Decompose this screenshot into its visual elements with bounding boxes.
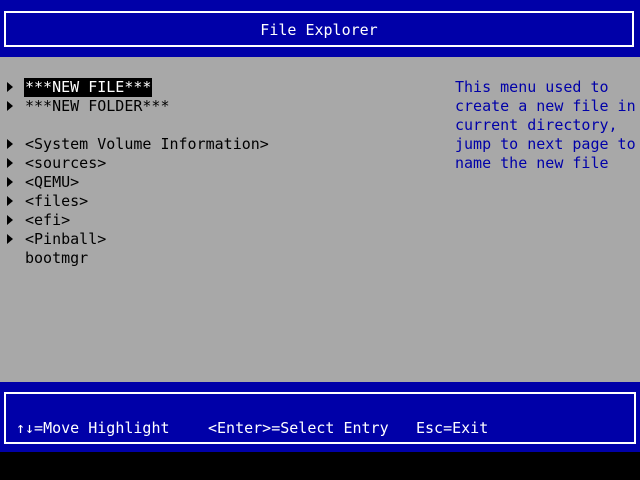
footer-band: ↑↓=Move Highlight <Enter>=Select Entry E… — [0, 382, 640, 452]
menu-entry-label: bootmgr — [25, 249, 89, 267]
arrow-right-icon — [7, 177, 13, 187]
menu-entry-system-volume-information[interactable]: <System Volume Information> — [0, 135, 269, 154]
arrow-right-icon — [7, 82, 13, 92]
page-title: File Explorer — [260, 21, 378, 39]
menu-entry-label: <efi> — [25, 211, 71, 229]
menu-body: ***NEW FILE*** ***NEW FOLDER*** <System … — [0, 57, 640, 382]
menu-entry-new-file[interactable]: ***NEW FILE*** — [0, 78, 153, 97]
menu-entry-label: ***NEW FOLDER*** — [25, 97, 170, 115]
menu-entry-new-folder[interactable]: ***NEW FOLDER*** — [0, 97, 170, 116]
menu-entry-label: <files> — [25, 192, 89, 210]
menu-entry-bootmgr[interactable]: bootmgr — [0, 249, 88, 268]
move-highlight-hint: ↑↓=Move Highlight — [16, 419, 170, 437]
file-explorer-screen: File Explorer ***NEW FILE*** ***NEW FOLD… — [0, 0, 640, 480]
arrow-right-icon — [7, 196, 13, 206]
arrow-right-icon — [7, 139, 13, 149]
menu-entry-efi[interactable]: <efi> — [0, 211, 70, 230]
exit-hint: Esc=Exit — [416, 419, 489, 437]
menu-entry-sources[interactable]: <sources> — [0, 154, 106, 173]
arrow-right-icon — [7, 158, 13, 168]
help-panel: This menu used to create a new file in c… — [455, 78, 636, 173]
arrow-right-icon — [7, 101, 13, 111]
help-line: jump to next page to — [455, 135, 636, 153]
menu-entry-label: ***NEW FILE*** — [24, 78, 153, 97]
menu-entry-label: <System Volume Information> — [25, 135, 269, 153]
header-frame: File Explorer — [4, 11, 634, 47]
menu-entry-pinball[interactable]: <Pinball> — [0, 230, 106, 249]
arrow-right-icon — [7, 215, 13, 225]
header-band: File Explorer — [0, 0, 640, 57]
arrow-right-icon — [7, 234, 13, 244]
help-line: create a new file in — [455, 97, 636, 115]
menu-entry-qemu[interactable]: <QEMU> — [0, 173, 79, 192]
menu-entry-label: <sources> — [25, 154, 107, 172]
help-line: name the new file — [455, 154, 609, 172]
help-line: This menu used to — [455, 78, 609, 96]
menu-entry-label: <Pinball> — [25, 230, 107, 248]
select-entry-hint: <Enter>=Select Entry — [208, 419, 389, 437]
help-line: current directory, — [455, 116, 618, 134]
menu-entry-files[interactable]: <files> — [0, 192, 88, 211]
menu-entry-label: <QEMU> — [25, 173, 80, 191]
